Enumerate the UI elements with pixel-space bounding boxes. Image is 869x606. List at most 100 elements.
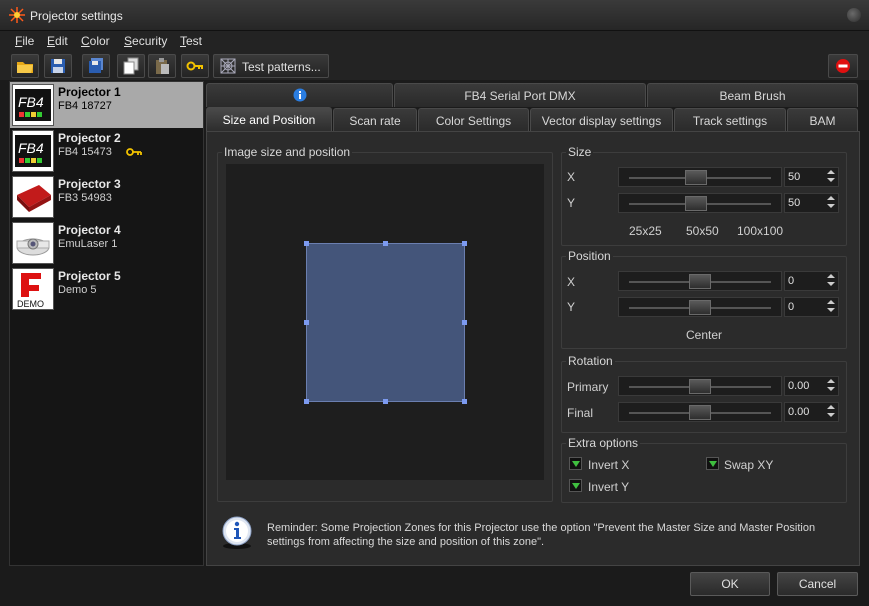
resize-handle-left[interactable] xyxy=(304,320,309,325)
projector-item-1[interactable]: FB4 Projector 1 FB4 18727 xyxy=(10,82,203,128)
resize-handle-bottom[interactable] xyxy=(383,399,388,404)
projector-device: Demo 5 xyxy=(58,284,97,296)
preset-100x100-button[interactable]: 100x100 xyxy=(737,224,783,238)
window-close-icon[interactable] xyxy=(847,8,861,22)
tab-track-settings[interactable]: Track settings xyxy=(674,108,786,132)
toolbar: Test patterns... xyxy=(0,52,869,80)
projector-item-3[interactable]: Projector 3 FB3 54983 xyxy=(10,174,203,220)
invert-x-label: Invert X xyxy=(588,458,630,472)
resize-handle-top[interactable] xyxy=(383,241,388,246)
tab-bam[interactable]: BAM xyxy=(787,108,858,132)
rotation-group-label: Rotation xyxy=(566,354,615,368)
save-button[interactable] xyxy=(44,54,72,78)
menu-color[interactable]: Color xyxy=(81,34,110,48)
copy-icon xyxy=(123,57,139,75)
info-icon xyxy=(293,88,306,102)
projector-name: Projector 2 xyxy=(58,131,121,145)
rotation-final-spinner[interactable]: 0.00 xyxy=(784,402,839,422)
tab-size-and-position[interactable]: Size and Position xyxy=(206,107,332,131)
projector-device: EmuLaser 1 xyxy=(58,238,118,250)
demo-device-icon: DEMO xyxy=(12,268,54,310)
swap-xy-checkbox[interactable] xyxy=(706,457,719,470)
svg-text:DEMO: DEMO xyxy=(17,299,44,309)
size-y-label: Y xyxy=(567,196,576,210)
resize-handle-top-left[interactable] xyxy=(304,241,309,246)
test-pattern-icon xyxy=(220,58,236,74)
stop-button[interactable] xyxy=(828,54,858,78)
menu-edit[interactable]: Edit xyxy=(47,34,68,48)
menu-security[interactable]: Security xyxy=(124,34,167,48)
rotation-primary-slider[interactable] xyxy=(618,376,782,396)
copy-button[interactable] xyxy=(117,54,145,78)
invert-x-checkbox[interactable] xyxy=(569,457,582,470)
rotation-group xyxy=(561,361,847,433)
menu-test[interactable]: Test xyxy=(180,34,202,48)
size-y-spinner[interactable]: 50 xyxy=(784,193,839,213)
svg-text:FB4: FB4 xyxy=(18,94,44,110)
title-bar: Projector settings xyxy=(0,0,869,31)
projector-item-5[interactable]: DEMO Projector 5 Demo 5 xyxy=(10,266,203,312)
invert-y-checkbox[interactable] xyxy=(569,479,582,492)
save-as-icon xyxy=(89,58,103,73)
rotation-final-label: Final xyxy=(567,406,594,420)
position-y-label: Y xyxy=(567,300,576,314)
projector-device-icon xyxy=(12,222,54,264)
key-icon xyxy=(126,148,142,156)
menu-bar: File Edit Color Security Test xyxy=(0,31,869,52)
image-group-label: Image size and position xyxy=(222,145,353,159)
projector-device: FB3 54983 xyxy=(58,192,112,204)
save-as-button[interactable] xyxy=(82,54,110,78)
position-y-slider[interactable] xyxy=(618,297,782,317)
projector-name: Projector 1 xyxy=(58,85,121,99)
resize-handle-right[interactable] xyxy=(462,320,467,325)
swap-xy-label: Swap XY xyxy=(724,458,774,472)
test-patterns-label: Test patterns... xyxy=(242,60,321,74)
tab-color-settings[interactable]: Color Settings xyxy=(418,108,529,132)
position-x-spinner[interactable]: 0 xyxy=(784,271,839,291)
window-title: Projector settings xyxy=(30,9,123,23)
laser-app-icon xyxy=(9,7,25,23)
stop-icon xyxy=(836,59,850,73)
info-icon xyxy=(222,516,252,549)
ok-button[interactable]: OK xyxy=(690,572,770,596)
position-x-slider[interactable] xyxy=(618,271,782,291)
projector-item-4[interactable]: Projector 4 EmuLaser 1 xyxy=(10,220,203,266)
menu-file[interactable]: File xyxy=(15,34,34,48)
paste-button[interactable] xyxy=(148,54,176,78)
extra-options-group xyxy=(561,443,847,503)
resize-handle-bottom-left[interactable] xyxy=(304,399,309,404)
center-button[interactable]: Center xyxy=(686,328,722,342)
projector-item-2[interactable]: FB4 Projector 2 FB4 15473 xyxy=(10,128,203,174)
size-y-slider[interactable] xyxy=(618,193,782,213)
tab-beam-brush[interactable]: Beam Brush xyxy=(647,83,858,107)
size-x-spinner[interactable]: 50 xyxy=(784,167,839,187)
resize-handle-top-right[interactable] xyxy=(462,241,467,246)
test-patterns-button[interactable]: Test patterns... xyxy=(213,54,329,78)
rotation-primary-spinner[interactable]: 0.00 xyxy=(784,376,839,396)
svg-text:FB4: FB4 xyxy=(18,140,44,156)
reminder-text: Reminder: Some Projection Zones for this… xyxy=(267,522,816,548)
tab-scan-rate[interactable]: Scan rate xyxy=(333,108,417,132)
projector-list: FB4 Projector 1 FB4 18727 FB4 Projector … xyxy=(9,81,204,566)
paste-icon xyxy=(156,58,169,74)
open-button[interactable] xyxy=(11,54,39,78)
tab-vector-display-settings[interactable]: Vector display settings xyxy=(530,108,673,132)
position-y-spinner[interactable]: 0 xyxy=(784,297,839,317)
image-size-rectangle[interactable] xyxy=(306,243,465,402)
open-folder-icon xyxy=(17,62,33,73)
projector-device: FB4 15473 xyxy=(58,146,112,158)
save-icon xyxy=(51,59,65,73)
invert-y-label: Invert Y xyxy=(588,480,630,494)
key-button[interactable] xyxy=(181,54,209,78)
resize-handle-bottom-right[interactable] xyxy=(462,399,467,404)
tab-fb4-serial-port-dmx[interactable]: FB4 Serial Port DMX xyxy=(394,83,646,107)
tab-info[interactable] xyxy=(206,83,393,107)
preset-50x50-button[interactable]: 50x50 xyxy=(686,224,719,238)
rotation-primary-label: Primary xyxy=(567,380,609,394)
rotation-final-slider[interactable] xyxy=(618,402,782,422)
cancel-button[interactable]: Cancel xyxy=(777,572,858,596)
preset-25x25-button[interactable]: 25x25 xyxy=(629,224,662,238)
position-group-label: Position xyxy=(566,249,613,263)
size-x-slider[interactable] xyxy=(618,167,782,187)
position-x-label: X xyxy=(567,275,576,289)
